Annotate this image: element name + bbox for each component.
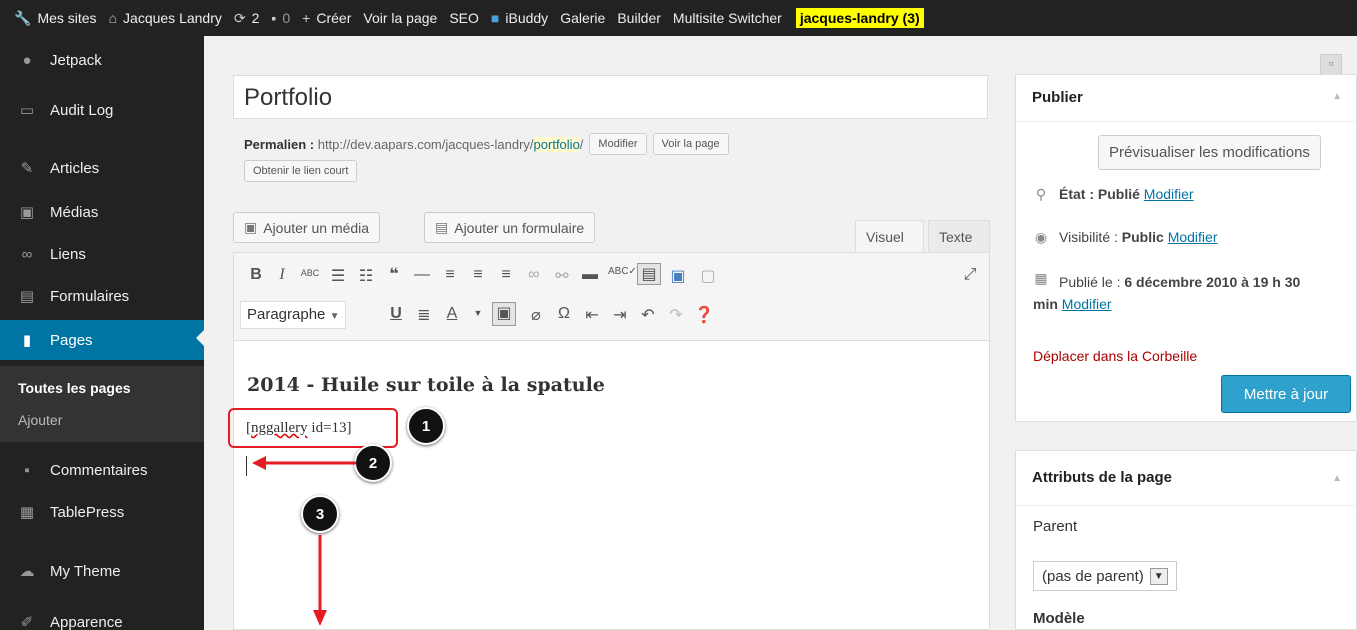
status-row: ⚲ État : Publié Modifier — [1033, 186, 1194, 203]
pin-icon: ⚲ — [1035, 186, 1047, 202]
page-attributes-box: Attributs de la page ▲ — [1015, 450, 1357, 630]
preview-changes-button[interactable]: Prévisualiser les modifications — [1098, 135, 1321, 170]
published-date-row-2: min Modifier — [1033, 296, 1112, 312]
date-modify-link[interactable]: Modifier — [1062, 296, 1112, 312]
visibility-modify-link[interactable]: Modifier — [1168, 229, 1218, 245]
parent-label: Parent — [1033, 518, 1078, 535]
template-label: Modèle — [1033, 610, 1085, 627]
visibility-row: ◉ Visibilité : Public Modifier — [1034, 229, 1218, 245]
attributes-box-title: Attributs de la page — [1016, 451, 1356, 506]
arrow-2-head — [252, 456, 266, 470]
arrow-3-head — [313, 610, 327, 626]
move-to-trash-link[interactable]: Déplacer dans la Corbeille — [1033, 348, 1197, 364]
collapse-arrow-icon[interactable]: ▲ — [1332, 473, 1342, 484]
status-modify-link[interactable]: Modifier — [1144, 186, 1194, 202]
publish-box-title: Publier — [1016, 75, 1356, 122]
calendar-icon: ▦ — [1034, 270, 1048, 286]
collapse-arrow-icon[interactable]: ▲ — [1332, 91, 1342, 102]
publish-box: Publier ▲ — [1015, 74, 1357, 422]
published-date-row: ▦ Publié le : 6 décembre 2010 à 19 h 30 — [1034, 270, 1301, 290]
eye-icon: ◉ — [1034, 229, 1048, 245]
update-button[interactable]: Mettre à jour — [1221, 375, 1351, 413]
parent-select[interactable]: (pas de parent) ▼ — [1033, 561, 1177, 591]
user-avatar[interactable]: ▫ — [1320, 54, 1342, 76]
chevron-down-icon: ▼ — [1149, 567, 1168, 585]
